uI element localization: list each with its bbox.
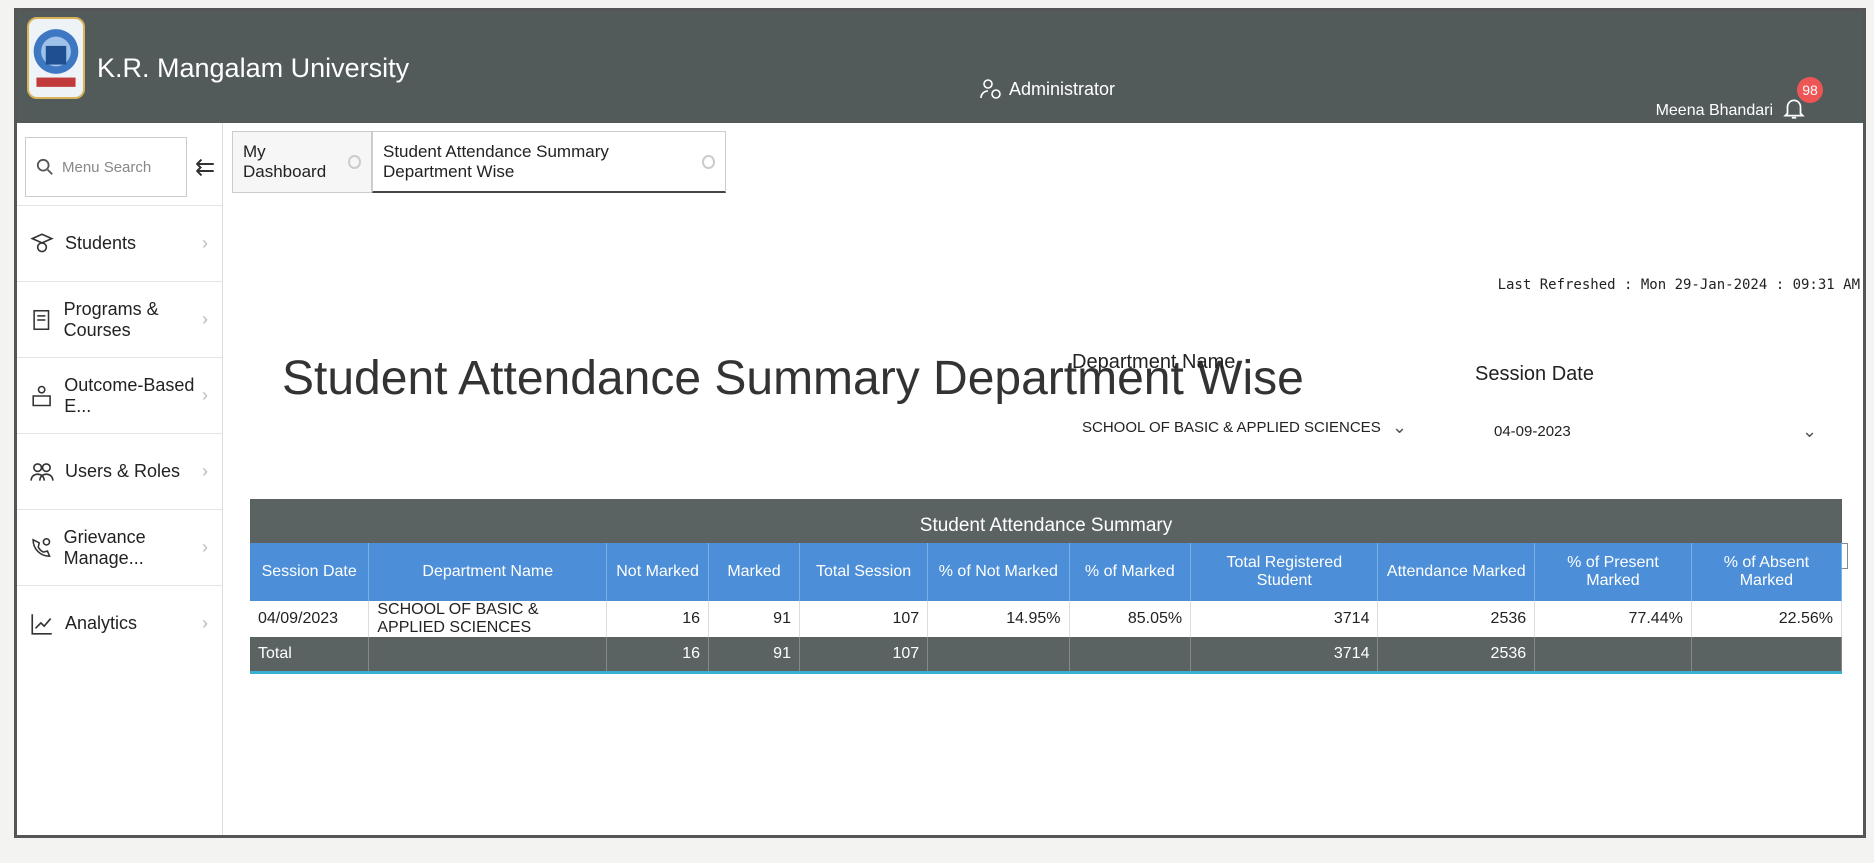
menu-search-placeholder: Menu Search (62, 158, 152, 176)
close-tab-icon[interactable] (702, 154, 715, 169)
sidebar-item-grievance[interactable]: Grievance Manage... › (17, 509, 222, 585)
col-header[interactable]: Attendance Marked (1377, 543, 1536, 601)
col-header[interactable]: % of Present Marked (1534, 543, 1692, 601)
cell-department-name: SCHOOL OF BASIC & APPLIED SCIENCES (368, 601, 608, 637)
cell-not-marked: 16 (606, 601, 710, 637)
last-refreshed: Last Refreshed : Mon 29-Jan-2024 : 09:31… (1497, 277, 1860, 293)
analytics-icon (31, 613, 52, 635)
chevron-down-icon[interactable]: ⌄ (1392, 417, 1407, 438)
sidebar-item-label: Programs & Courses (63, 298, 159, 340)
table-total-row: Total 16 91 107 3714 2536 (250, 637, 1843, 673)
sidebar-item-label: Grievance Manage... (63, 526, 146, 568)
role-label: Administrator (1009, 78, 1116, 99)
col-header[interactable]: Total Registered Student (1190, 543, 1379, 601)
total-cell: 107 (799, 637, 929, 673)
grievance-icon (32, 537, 51, 557)
chevron-right-icon: › (202, 233, 208, 253)
sidebar-item-students[interactable]: Students › (17, 205, 222, 281)
table-title: Student Attendance Summary (250, 499, 1842, 543)
table-row[interactable]: 04/09/2023 SCHOOL OF BASIC & APPLIED SCI… (250, 601, 1843, 637)
tab-my-dashboard[interactable]: My Dashboard (232, 131, 372, 193)
total-cell (368, 637, 608, 673)
student-icon (30, 232, 54, 252)
users-icon (30, 462, 54, 481)
tab-label: My Dashboard (243, 142, 327, 181)
top-bar: K.R. Mangalam University Administrator M… (17, 11, 1863, 123)
cell-pct-present: 77.44% (1534, 601, 1692, 637)
department-filter-label: Department Name (1072, 351, 1236, 373)
cell-total-session: 107 (799, 601, 929, 637)
total-cell (1069, 637, 1192, 673)
cell-pct-absent: 22.56% (1691, 601, 1843, 637)
tab-attendance-summary[interactable]: Student Attendance Summary Department Wi… (372, 131, 726, 193)
university-name: K.R. Mangalam University (97, 53, 410, 83)
search-icon (36, 158, 53, 175)
close-tab-icon[interactable] (348, 155, 361, 169)
total-cell: 16 (606, 637, 710, 673)
main-content: Last Refreshed : Mon 29-Jan-2024 : 09:31… (232, 201, 1863, 835)
chevron-right-icon: › (202, 613, 208, 633)
col-header[interactable]: % of Not Marked (927, 543, 1070, 601)
sidebar-item-label: Analytics (65, 613, 138, 633)
app-window: K.R. Mangalam University Administrator M… (14, 8, 1866, 838)
sidebar-item-users-roles[interactable]: Users & Roles › (17, 433, 222, 509)
role-switcher[interactable]: Administrator (979, 77, 1115, 101)
cell-pct-not-marked: 14.95% (927, 601, 1070, 637)
col-header[interactable]: Department Name (368, 543, 608, 601)
col-header[interactable]: Session Date (250, 543, 370, 601)
university-logo[interactable] (27, 17, 85, 99)
chevron-down-icon[interactable]: ⌄ (1802, 421, 1817, 442)
sidebar-item-label: Users & Roles (65, 461, 181, 481)
cell-marked: 91 (708, 601, 800, 637)
cell-session-date: 04/09/2023 (250, 601, 370, 637)
sidebar-item-label: Students (65, 233, 137, 253)
sidebar-item-analytics[interactable]: Analytics › (17, 585, 222, 661)
total-cell (1534, 637, 1692, 673)
user-name[interactable]: Meena Bhandari (1656, 102, 1773, 120)
sidebar-item-label: Outcome-Based E... (64, 374, 195, 416)
total-label: Total (250, 637, 370, 673)
sidebar-item-programs-courses[interactable]: Programs & Courses › (17, 281, 222, 357)
total-cell: 91 (708, 637, 800, 673)
book-icon (33, 309, 50, 330)
department-select[interactable]: SCHOOL OF BASIC & APPLIED SCIENCES (1082, 419, 1381, 436)
chevron-right-icon: › (202, 537, 208, 557)
chevron-right-icon: › (202, 461, 208, 481)
attendance-summary-table: Session Date Department Name Not Marked … (250, 543, 1843, 674)
chevron-right-icon: › (202, 385, 208, 405)
session-date-filter-label: Session Date (1475, 363, 1594, 385)
col-header[interactable]: Marked (708, 543, 800, 601)
menu-search-input[interactable]: Menu Search (25, 137, 187, 197)
user-gear-icon (980, 79, 1001, 99)
total-cell (927, 637, 1070, 673)
collapse-sidebar-icon[interactable]: ⇇ (195, 153, 215, 182)
cell-total-registered: 3714 (1190, 601, 1379, 637)
sidebar-item-outcome-based[interactable]: Outcome-Based E... › (17, 357, 222, 433)
col-header[interactable]: Total Session (799, 543, 929, 601)
outcome-icon (32, 385, 51, 406)
cell-pct-marked: 85.05% (1069, 601, 1192, 637)
total-cell (1691, 637, 1843, 673)
notification-badge: 98 (1797, 77, 1823, 103)
sidebar: Menu Search ⇇ Students › Programs & Cour… (17, 123, 223, 835)
col-header[interactable]: % of Marked (1069, 543, 1192, 601)
col-header[interactable]: Not Marked (606, 543, 710, 601)
col-header[interactable]: % of Absent Marked (1691, 543, 1843, 601)
chevron-right-icon: › (202, 309, 208, 329)
total-cell: 3714 (1190, 637, 1379, 673)
tab-label: Student Attendance Summary Department Wi… (383, 141, 609, 181)
cell-attendance-marked: 2536 (1377, 601, 1536, 637)
session-date-select[interactable]: 04-09-2023 (1494, 423, 1571, 440)
total-cell: 2536 (1377, 637, 1536, 673)
table-header-row: Session Date Department Name Not Marked … (250, 543, 1843, 601)
